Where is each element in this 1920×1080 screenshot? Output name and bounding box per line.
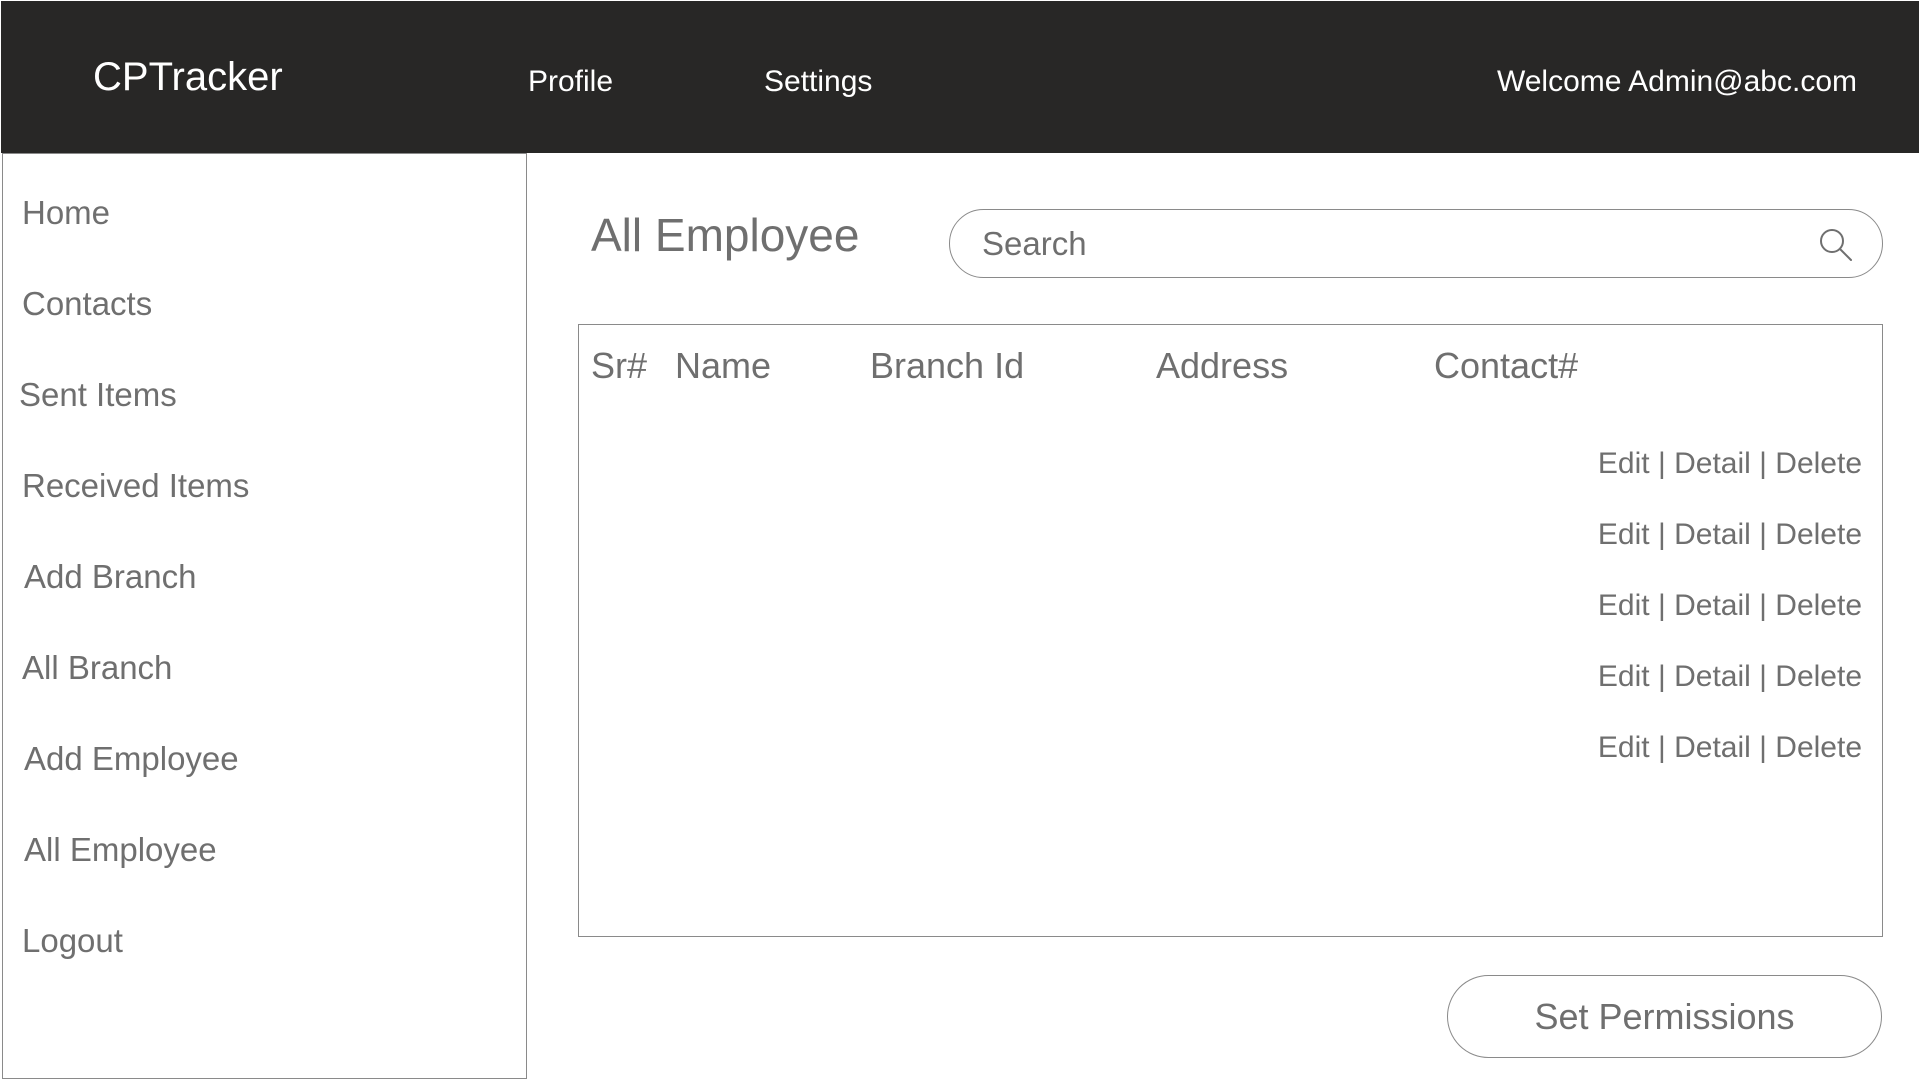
sidebar-item-home[interactable]: Home	[22, 194, 110, 232]
table-row: Edit | Detail | Delete	[1598, 518, 1862, 552]
action-separator: |	[1759, 447, 1767, 480]
welcome-text: Welcome Admin@abc.com	[1496, 65, 1857, 98]
detail-link[interactable]: Detail	[1674, 731, 1751, 764]
delete-link[interactable]: Delete	[1775, 518, 1862, 551]
search-icon[interactable]	[1818, 227, 1854, 263]
action-separator: |	[1759, 518, 1767, 551]
action-separator: |	[1759, 660, 1767, 693]
brand-logo[interactable]: CPTracker	[93, 55, 283, 100]
column-header-contact[interactable]: Contact#	[1434, 345, 1578, 387]
sidebar-item-contacts[interactable]: Contacts	[22, 285, 152, 323]
action-separator: |	[1759, 731, 1767, 764]
set-permissions-button[interactable]: Set Permissions	[1447, 975, 1882, 1058]
edit-link[interactable]: Edit	[1598, 731, 1650, 764]
edit-link[interactable]: Edit	[1598, 589, 1650, 622]
edit-link[interactable]: Edit	[1598, 660, 1650, 693]
column-header-sr[interactable]: Sr#	[591, 345, 647, 387]
employee-table: Sr# Name Branch Id Address Contact# Edit…	[578, 324, 1883, 937]
detail-link[interactable]: Detail	[1674, 518, 1751, 551]
sidebar-item-logout[interactable]: Logout	[22, 922, 123, 960]
table-row: Edit | Detail | Delete	[1598, 660, 1862, 694]
action-separator: |	[1759, 589, 1767, 622]
action-separator: |	[1657, 518, 1666, 551]
sidebar-item-add-employee[interactable]: Add Employee	[24, 740, 239, 778]
action-separator: |	[1657, 447, 1666, 480]
table-row: Edit | Detail | Delete	[1598, 447, 1862, 481]
delete-link[interactable]: Delete	[1775, 660, 1862, 693]
detail-link[interactable]: Detail	[1674, 589, 1751, 622]
sidebar-item-received-items[interactable]: Received Items	[22, 467, 249, 505]
detail-link[interactable]: Detail	[1674, 447, 1751, 480]
sidebar-item-all-branch[interactable]: All Branch	[22, 649, 172, 687]
delete-link[interactable]: Delete	[1775, 731, 1862, 764]
nav-settings[interactable]: Settings	[764, 65, 872, 99]
table-row: Edit | Detail | Delete	[1598, 589, 1862, 623]
sidebar-item-sent-items[interactable]: Sent Items	[19, 376, 177, 414]
page-title: All Employee	[591, 209, 860, 261]
search-bar	[949, 209, 1883, 278]
action-separator: |	[1657, 731, 1666, 764]
detail-link[interactable]: Detail	[1674, 660, 1751, 693]
delete-link[interactable]: Delete	[1775, 589, 1862, 622]
column-header-branch-id[interactable]: Branch Id	[870, 345, 1024, 387]
top-bar: CPTracker Profile Settings Welcome Admin…	[1, 1, 1919, 153]
search-input[interactable]	[982, 222, 1782, 266]
action-separator: |	[1657, 660, 1666, 693]
sidebar-item-add-branch[interactable]: Add Branch	[24, 558, 196, 596]
nav-profile[interactable]: Profile	[528, 65, 613, 99]
edit-link[interactable]: Edit	[1598, 518, 1650, 551]
action-separator: |	[1657, 589, 1666, 622]
table-row: Edit | Detail | Delete	[1598, 731, 1862, 765]
sidebar-item-all-employee[interactable]: All Employee	[24, 831, 217, 869]
column-header-name[interactable]: Name	[675, 345, 771, 387]
sidebar: Home Contacts Sent Items Received Items …	[2, 153, 527, 1079]
edit-link[interactable]: Edit	[1598, 447, 1650, 480]
column-header-address[interactable]: Address	[1156, 345, 1288, 387]
delete-link[interactable]: Delete	[1775, 447, 1862, 480]
